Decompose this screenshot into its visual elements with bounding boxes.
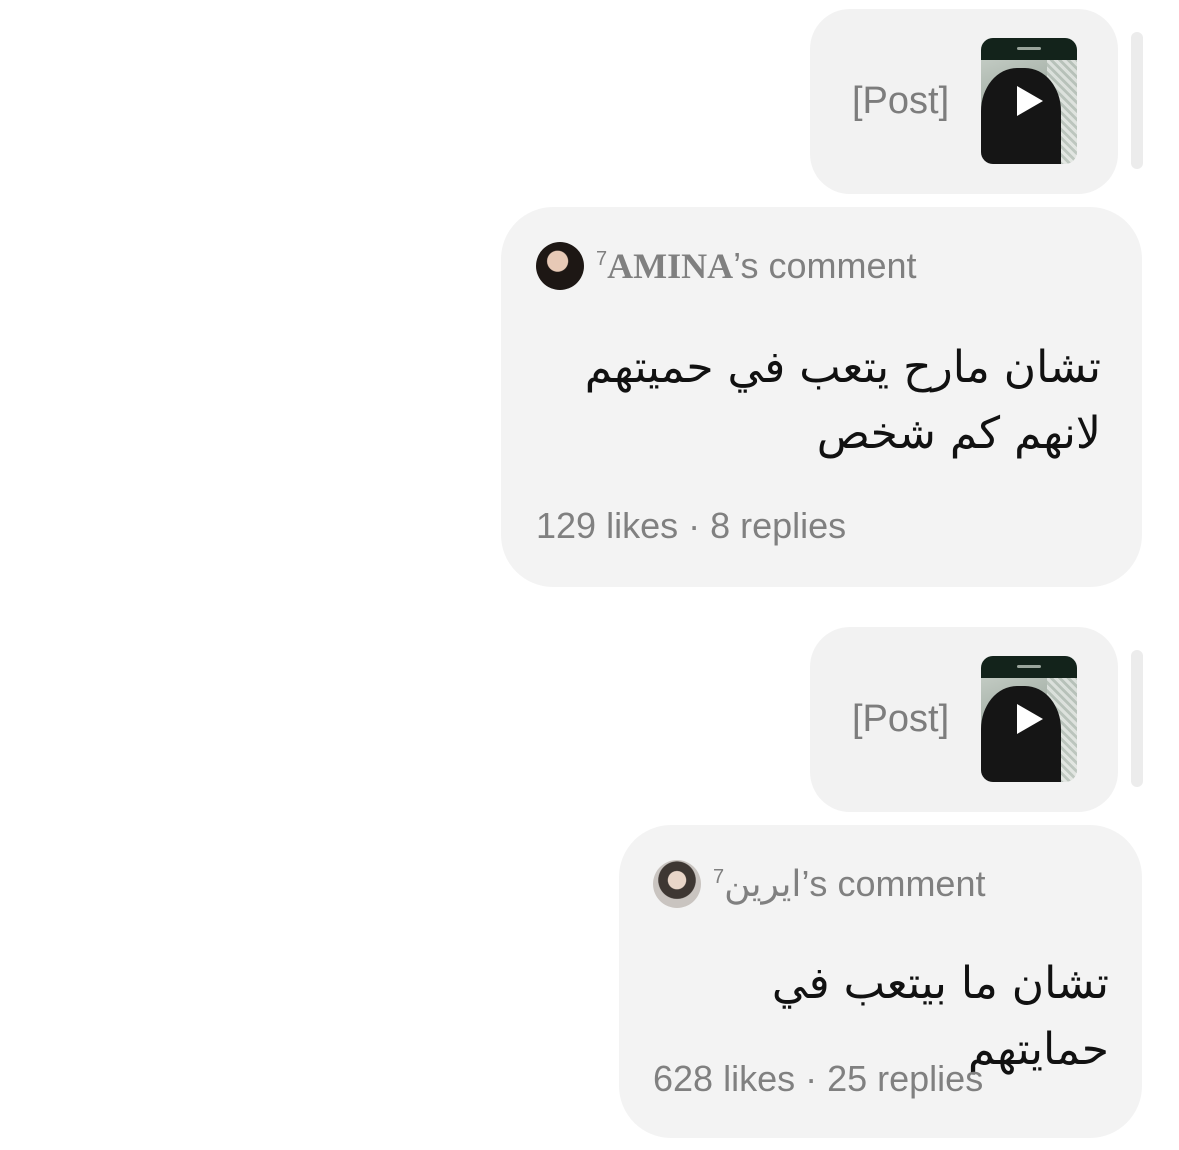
- comment-stats: 628 likes · 25 replies: [653, 1058, 984, 1099]
- shared-post-bubble[interactable]: [Post]: [810, 9, 1118, 194]
- comment-author: ايرين7’s comment: [713, 863, 986, 904]
- post-thumbnail[interactable]: [981, 38, 1077, 164]
- scrollbar[interactable]: [1131, 32, 1143, 169]
- avatar[interactable]: [536, 242, 584, 290]
- avatar[interactable]: [653, 860, 701, 908]
- play-icon[interactable]: [1017, 86, 1043, 116]
- comment-author: 7AMINA’s comment: [596, 245, 917, 286]
- comment-bubble[interactable]: ايرين7’s comment تشان ما بيتعب في حمايته…: [619, 825, 1142, 1138]
- play-icon[interactable]: [1017, 704, 1043, 734]
- post-label: [Post]: [852, 698, 950, 740]
- comment-bubble[interactable]: 7AMINA’s comment تشان مارح يتعب في حميته…: [501, 207, 1142, 587]
- comment-text: تشان مارح يتعب في حميتهم لانهم كم شخص: [584, 342, 1101, 459]
- scrollbar[interactable]: [1131, 650, 1143, 787]
- comment-stats: 129 likes · 8 replies: [536, 505, 847, 546]
- comment-header: 7AMINA’s comment: [536, 242, 917, 290]
- shared-post-bubble[interactable]: [Post]: [810, 627, 1118, 812]
- comment-header: ايرين7’s comment: [653, 860, 985, 908]
- post-thumbnail[interactable]: [981, 656, 1077, 782]
- post-label: [Post]: [852, 80, 950, 122]
